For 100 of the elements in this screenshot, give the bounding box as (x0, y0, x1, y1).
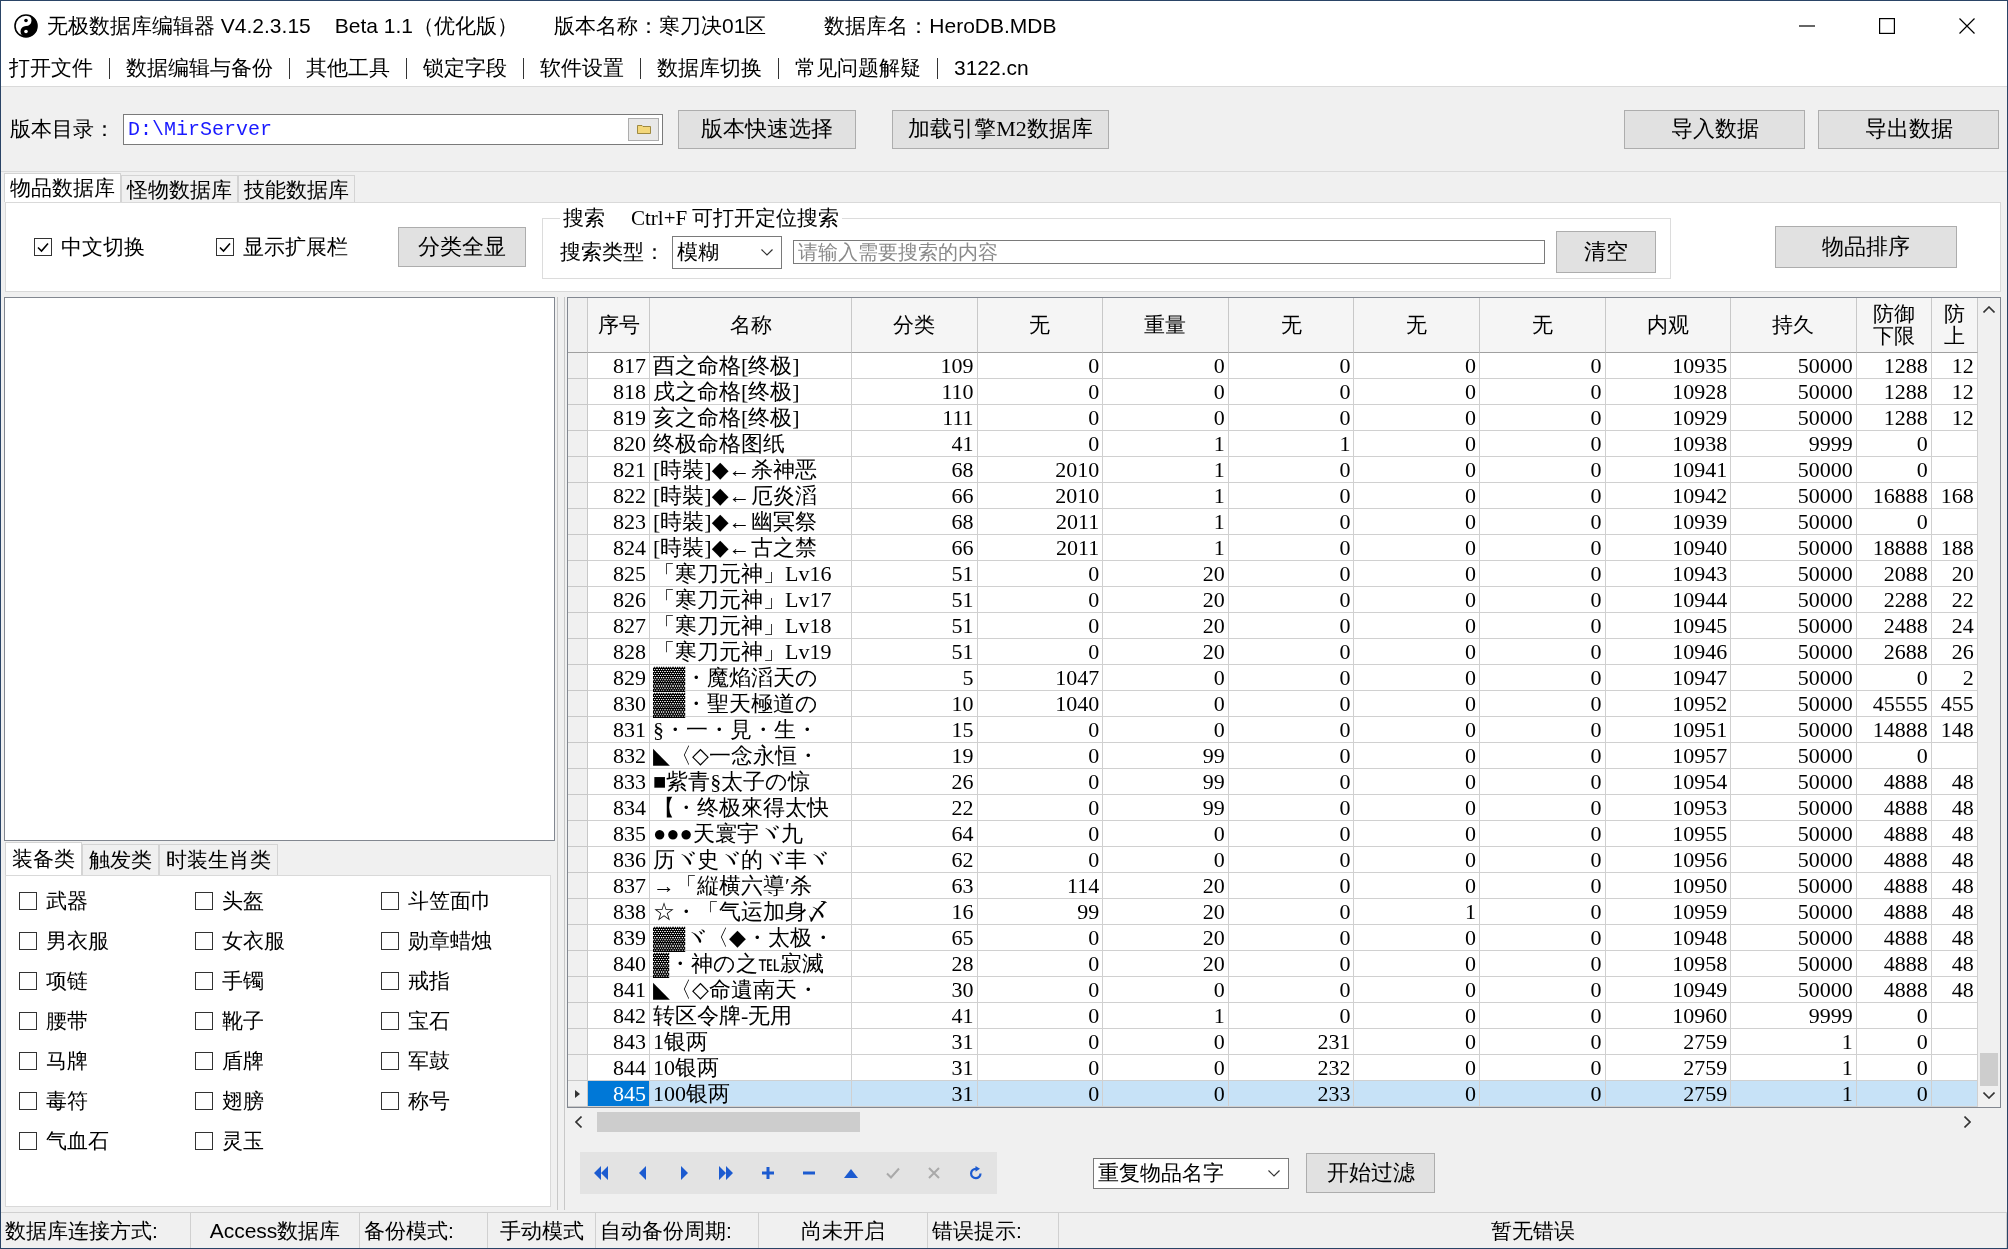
sort-button[interactable]: 物品排序 (1775, 226, 1957, 268)
show-all-button[interactable]: 分类全显 (398, 227, 526, 267)
column-header[interactable]: 防上 (1931, 298, 1978, 353)
checkbox[interactable] (381, 1092, 399, 1110)
column-header[interactable]: 无 (977, 298, 1104, 353)
checkbox[interactable] (381, 1052, 399, 1070)
table-cell: 20 (1103, 899, 1229, 925)
menu-item[interactable]: 锁定字段 (423, 54, 507, 82)
table-cell: 50000 (1731, 405, 1857, 431)
toolbar-button[interactable]: 导入数据 (1624, 109, 1805, 149)
table-cell: 50000 (1731, 457, 1857, 483)
menu-item[interactable]: 常见问题解疑 (795, 54, 921, 82)
checkbox[interactable] (195, 1052, 213, 1070)
checkbox-label: 军鼓 (408, 1048, 450, 1075)
checkbox[interactable] (381, 932, 399, 950)
maximize-icon (1879, 17, 1895, 34)
column-header[interactable]: 名称 (650, 298, 852, 353)
checkbox[interactable] (34, 238, 52, 256)
checkbox[interactable] (195, 1132, 213, 1150)
list-box[interactable] (4, 297, 555, 841)
table-cell: 20 (1103, 639, 1229, 665)
table-cell: 「寒刀元神」Lv16 (650, 561, 852, 587)
folder-button[interactable] (628, 117, 659, 141)
column-header[interactable]: 持久 (1731, 298, 1857, 353)
table-cell: 0 (1354, 535, 1480, 561)
status-value: Access数据库 (191, 1213, 360, 1248)
vertical-scrollbar[interactable] (1978, 298, 2000, 1107)
tab[interactable]: 物品数据库 (4, 173, 121, 202)
table-cell: 826 (588, 587, 650, 613)
menu-item[interactable]: 打开文件 (9, 54, 93, 82)
checkbox[interactable] (19, 1052, 37, 1070)
checkbox[interactable] (216, 238, 234, 256)
table-cell: 50000 (1731, 977, 1857, 1003)
chevron-down-icon (761, 248, 773, 256)
checkbox[interactable] (195, 1092, 213, 1110)
double-triangle-left-icon[interactable] (592, 1166, 609, 1180)
category-tab[interactable]: 装备类 (5, 842, 82, 875)
table-cell: 99 (977, 899, 1104, 925)
directory-field[interactable]: D:\MirServer (123, 113, 663, 145)
table-cell: 2088 (1856, 561, 1932, 587)
plus-icon[interactable] (759, 1166, 776, 1180)
category-tab[interactable]: 时装生肖类 (159, 844, 278, 875)
checkbox[interactable] (195, 1012, 213, 1030)
checkbox[interactable] (381, 972, 399, 990)
checkbox[interactable] (195, 932, 213, 950)
checkbox[interactable] (381, 1012, 399, 1030)
table-cell: 48 (1931, 925, 1978, 951)
menu-item[interactable]: 3122.cn (954, 56, 1029, 80)
scroll-thumb[interactable] (1980, 1053, 1998, 1086)
table-cell: 0 (1103, 1081, 1229, 1107)
refresh-icon[interactable] (968, 1166, 985, 1180)
checkbox[interactable] (19, 932, 37, 950)
checkbox[interactable] (19, 972, 37, 990)
column-header[interactable]: 序号 (588, 298, 650, 353)
table-cell: 114 (977, 873, 1104, 899)
toolbar-button[interactable]: 版本快速选择 (678, 109, 856, 149)
toolbar-button[interactable]: 导出数据 (1818, 109, 1999, 149)
menu-item[interactable]: 数据编辑与备份 (126, 54, 273, 82)
column-header[interactable]: 重量 (1103, 298, 1229, 353)
column-header[interactable]: 无 (1354, 298, 1480, 353)
filter-dropdown[interactable]: 重复物品名字 (1093, 1157, 1289, 1189)
chevron-down-icon[interactable] (1983, 1092, 1995, 1099)
chevron-right-icon[interactable] (1964, 1116, 1971, 1128)
column-header[interactable]: 无 (1479, 298, 1606, 353)
table-cell: 50000 (1731, 483, 1857, 509)
category-tab[interactable]: 触发类 (82, 844, 159, 875)
menu-item[interactable]: 数据库切换 (657, 54, 762, 82)
table-cell: 0 (1228, 457, 1355, 483)
menu-item[interactable]: 软件设置 (540, 54, 624, 82)
chevron-left-icon[interactable] (575, 1116, 582, 1128)
table-cell: 0 (1354, 743, 1480, 769)
search-type-dropdown[interactable]: 模糊 (672, 235, 782, 269)
checkbox[interactable] (195, 892, 213, 910)
checkbox-label: 斗笠面巾 (408, 888, 492, 915)
close-icon (1959, 17, 1975, 34)
table-cell: 0 (1354, 691, 1480, 717)
chevron-up-icon[interactable] (1983, 306, 1995, 313)
column-header[interactable]: 无 (1228, 298, 1355, 353)
column-header[interactable]: 防御下限 (1856, 298, 1932, 353)
scroll-thumb[interactable] (597, 1112, 860, 1132)
double-triangle-right-icon[interactable] (717, 1166, 734, 1180)
column-header[interactable]: 分类 (852, 298, 978, 353)
column-header[interactable]: 内观 (1605, 298, 1732, 353)
search-field[interactable]: 请输入需要搜索的内容 (793, 240, 1545, 264)
toolbar-button[interactable]: 加载引擎M2数据库 (892, 109, 1109, 149)
tab[interactable]: 怪物数据库 (121, 175, 238, 202)
checkbox[interactable] (381, 892, 399, 910)
table-cell: 1 (1103, 457, 1229, 483)
checkbox[interactable] (19, 1132, 37, 1150)
checkbox[interactable] (195, 972, 213, 990)
checkbox[interactable] (19, 892, 37, 910)
tab[interactable]: 技能数据库 (238, 175, 355, 202)
table-cell (1931, 431, 1978, 457)
checkbox[interactable] (19, 1012, 37, 1030)
menu-item[interactable]: 其他工具 (306, 54, 390, 82)
filter-button[interactable]: 开始过滤 (1306, 1153, 1435, 1193)
checkbox[interactable] (19, 1092, 37, 1110)
row-header[interactable] (568, 1081, 588, 1107)
table-cell: 0 (1103, 665, 1229, 691)
clear-button[interactable]: 清空 (1556, 231, 1656, 273)
